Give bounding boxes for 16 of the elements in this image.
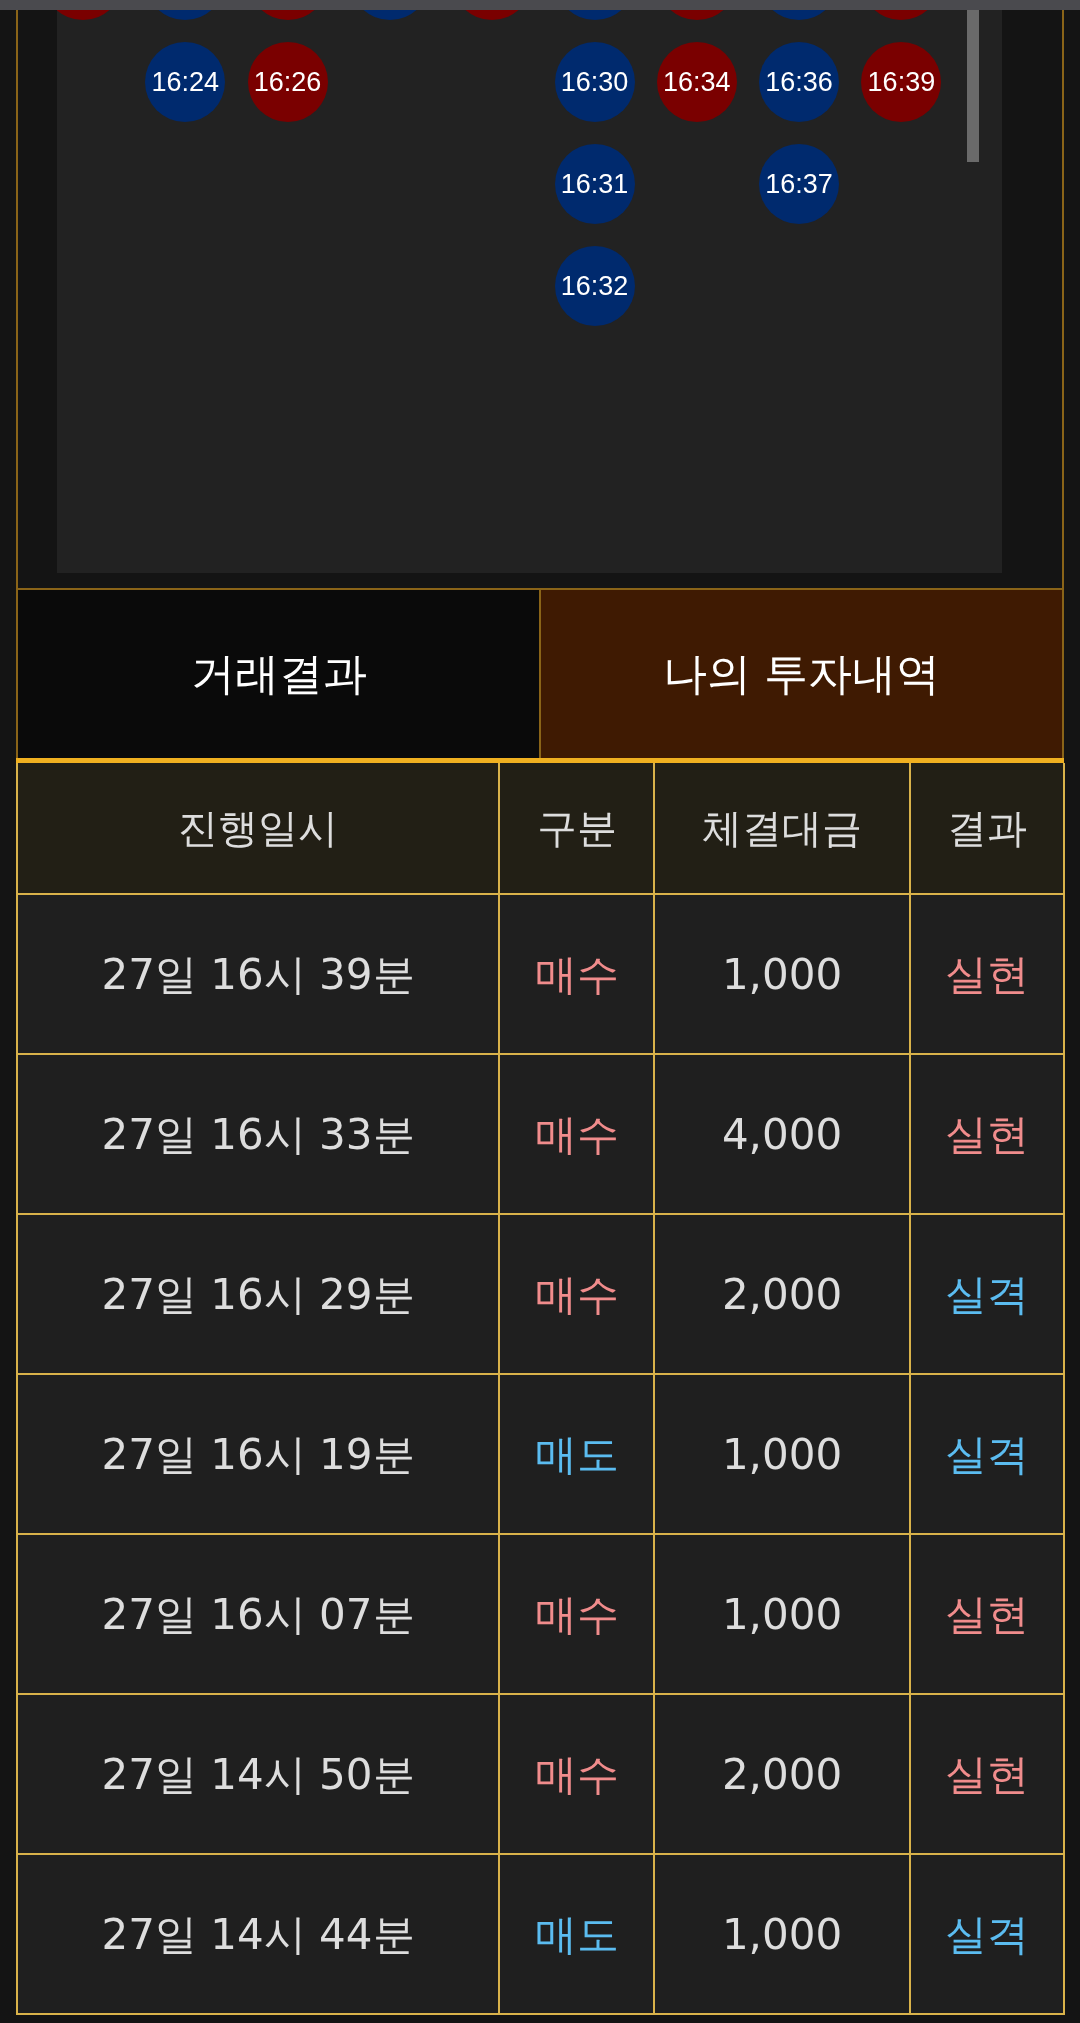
- result-bead: 16:34: [656, 42, 737, 122]
- date-cell: 27일 14시 44분: [17, 1854, 499, 2014]
- tab[interactable]: 나의 투자내역: [539, 590, 1062, 758]
- result-bead: 16:24: [145, 42, 226, 122]
- result-bead: 16:31: [554, 144, 635, 224]
- result-bead: 16:30: [554, 42, 635, 122]
- result-bead: 16:37: [759, 144, 840, 224]
- result-bead: 16:36: [759, 42, 840, 122]
- trade-type-cell: 매도: [499, 1854, 654, 2014]
- scrollbar[interactable]: [967, 10, 979, 162]
- result-bead: 16:26: [247, 42, 328, 122]
- result-bead: 16:39: [861, 42, 942, 122]
- tab[interactable]: 거래결과: [18, 590, 539, 758]
- amount-cell: 1,000: [654, 1854, 910, 2014]
- result-bead: 16:32: [554, 246, 635, 326]
- result-cell: 실격: [910, 1854, 1064, 2014]
